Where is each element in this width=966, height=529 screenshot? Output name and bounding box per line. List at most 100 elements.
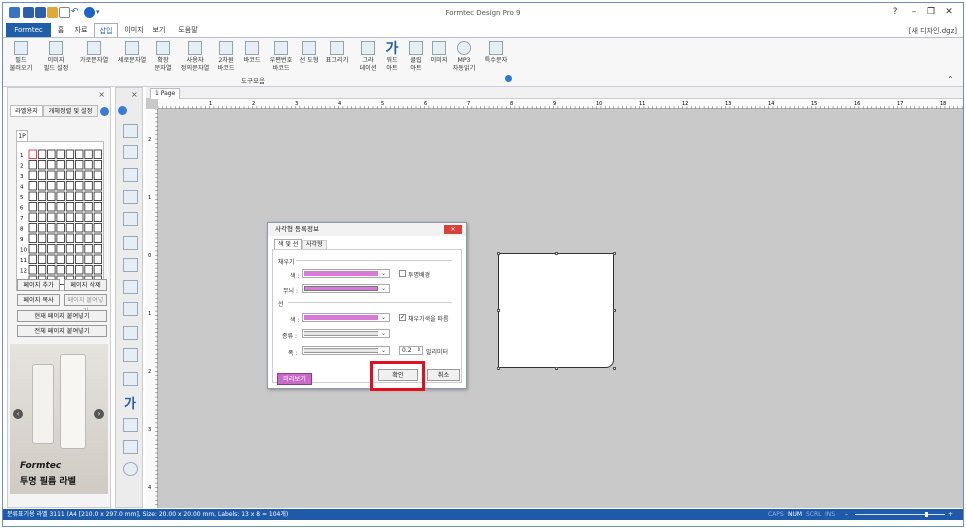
tab-view[interactable]: 보기 <box>151 23 167 37</box>
resize-handle[interactable] <box>555 367 558 370</box>
label-cell[interactable] <box>28 181 37 191</box>
label-cell[interactable] <box>37 212 47 222</box>
label-cell[interactable] <box>65 265 75 275</box>
label-cell[interactable] <box>75 202 84 212</box>
label-cell[interactable] <box>93 170 102 180</box>
label-sheet-preview[interactable]: 12345678910111213 <box>16 141 104 291</box>
label-cell[interactable] <box>56 223 65 233</box>
paste-current-page-button[interactable]: 현재 페이지 붙여넣기 <box>17 310 107 322</box>
label-cell[interactable] <box>37 265 47 275</box>
vertical-text-tool-icon[interactable] <box>123 190 138 204</box>
label-cell[interactable] <box>84 244 93 254</box>
preview-button[interactable]: 미리보기 <box>277 373 312 385</box>
image-button[interactable]: 이미지 <box>427 41 451 65</box>
label-cell[interactable] <box>28 212 37 222</box>
ad-banner[interactable]: ‹ › Formtec 투명 필름 라벨 <box>10 344 108 494</box>
add-page-button[interactable]: 페이지 추가 <box>17 279 60 291</box>
label-cell[interactable] <box>56 170 65 180</box>
label-cell[interactable] <box>47 212 56 222</box>
load-field-button[interactable]: 필드 불러오기 <box>9 41 33 72</box>
label-cell[interactable] <box>93 202 102 212</box>
toolbar-nav-icon[interactable] <box>118 106 127 115</box>
tab-insert[interactable]: 삽입 <box>94 23 118 37</box>
label-cell[interactable] <box>37 254 47 264</box>
label-cell[interactable] <box>93 244 102 254</box>
label-cell[interactable] <box>84 160 93 170</box>
paste-page-button[interactable]: 페이지 붙여넣기 <box>64 294 107 315</box>
tab-image[interactable]: 이미지 <box>121 23 147 37</box>
zoom-slider[interactable] <box>855 514 945 515</box>
label-cell[interactable] <box>65 191 75 201</box>
toolbar-close-icon[interactable]: × <box>131 90 138 99</box>
tab-data[interactable]: 자료 <box>71 23 91 37</box>
label-cell[interactable] <box>84 191 93 201</box>
label-cell[interactable] <box>47 160 56 170</box>
word-art-tool-icon[interactable]: 가 <box>124 393 136 412</box>
label-cell[interactable] <box>56 191 65 201</box>
label-cell[interactable] <box>37 191 47 201</box>
tab-file[interactable]: Formtec <box>6 23 51 37</box>
label-cell[interactable] <box>56 254 65 264</box>
zoom-slider-handle[interactable] <box>925 512 928 517</box>
tab-rectangle[interactable]: 사각형 <box>302 240 327 249</box>
gradation-button[interactable]: 그라 데이션 <box>357 41 379 72</box>
resize-handle[interactable] <box>613 309 616 312</box>
label-cell[interactable] <box>75 223 84 233</box>
label-cell[interactable] <box>28 160 37 170</box>
table-tool-icon[interactable] <box>123 348 138 362</box>
label-cell[interactable] <box>84 170 93 180</box>
qr-tool-icon[interactable] <box>123 258 138 272</box>
label-cell[interactable] <box>47 170 56 180</box>
help-button[interactable]: ? <box>888 7 902 19</box>
text-tool-icon[interactable] <box>123 168 138 182</box>
label-cell[interactable] <box>75 170 84 180</box>
label-cell[interactable] <box>65 170 75 180</box>
label-cell[interactable] <box>37 202 47 212</box>
shape-tool-icon[interactable] <box>123 326 138 340</box>
ribbon-settings-icon[interactable] <box>505 75 512 82</box>
label-cell[interactable] <box>37 181 47 191</box>
cancel-button[interactable]: 취소 <box>427 369 460 381</box>
image-field-button[interactable]: 이미지 필드 설정 <box>41 41 71 72</box>
word-art-button[interactable]: 가 워드 아트 <box>381 41 403 72</box>
label-cell[interactable] <box>75 212 84 222</box>
label-cell[interactable] <box>84 233 93 243</box>
label-cell[interactable] <box>65 223 75 233</box>
ribbon-collapse-icon[interactable]: ⌃ <box>947 75 954 84</box>
barcode-button[interactable]: 바코드 <box>241 41 263 65</box>
label-cell[interactable] <box>75 254 84 264</box>
delete-page-button[interactable]: 페이지 삭제 <box>64 279 107 291</box>
resize-handle[interactable] <box>613 367 616 370</box>
dialog-close-button[interactable]: ✕ <box>444 225 462 234</box>
label-cell[interactable] <box>28 233 37 243</box>
resize-handle[interactable] <box>555 252 558 255</box>
label-cell[interactable] <box>37 160 47 170</box>
width-spinner[interactable]: 0.2 ⇕ <box>399 346 423 355</box>
label-cell[interactable] <box>37 244 47 254</box>
label-cell[interactable] <box>84 181 93 191</box>
label-cell[interactable] <box>65 160 75 170</box>
label-cell[interactable] <box>84 212 93 222</box>
label-cell[interactable] <box>28 265 37 275</box>
transparent-checkbox[interactable] <box>399 270 406 277</box>
label-cell[interactable] <box>47 265 56 275</box>
label-cell[interactable] <box>84 223 93 233</box>
label-cell[interactable] <box>47 149 56 159</box>
mp3-button[interactable]: MP3 자동읽기 <box>451 41 477 72</box>
pattern-select[interactable]: ⌄ <box>302 284 390 293</box>
label-cell[interactable] <box>56 181 65 191</box>
vertical-text-button[interactable]: 세로문자열 <box>115 41 149 65</box>
barcode-tool-icon[interactable] <box>123 280 138 294</box>
resize-handle[interactable] <box>497 309 500 312</box>
zoom-in-button[interactable]: + <box>948 509 953 520</box>
label-cell[interactable] <box>75 265 84 275</box>
label-cell[interactable] <box>56 265 65 275</box>
spinner-arrows-icon[interactable]: ⇕ <box>417 347 421 354</box>
qr-code-button[interactable]: 2차원 바코드 <box>215 41 237 72</box>
label-cell[interactable] <box>65 149 75 159</box>
label-cell[interactable] <box>75 191 84 201</box>
label-cell[interactable] <box>93 254 102 264</box>
clip-art-tool-icon[interactable] <box>123 418 138 432</box>
label-cell[interactable] <box>93 191 102 201</box>
carousel-prev-icon[interactable]: ‹ <box>13 409 23 419</box>
